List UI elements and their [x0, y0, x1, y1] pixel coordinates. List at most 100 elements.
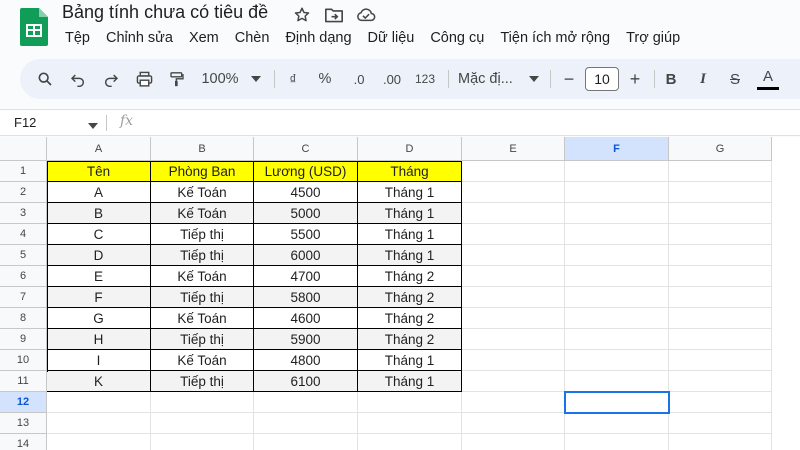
- row-header-9[interactable]: 9: [0, 329, 47, 350]
- cell-b13[interactable]: [151, 413, 254, 434]
- cell-d14[interactable]: [358, 434, 462, 450]
- row-header-4[interactable]: 4: [0, 224, 47, 245]
- cell-g1[interactable]: [669, 161, 772, 182]
- zoom-dropdown-icon[interactable]: [250, 59, 262, 99]
- cell-c7[interactable]: 5800: [254, 287, 358, 308]
- decrease-font-size-button[interactable]: −: [558, 59, 580, 99]
- cell-e11[interactable]: [462, 371, 565, 392]
- row-header-13[interactable]: 13: [0, 413, 47, 434]
- cell-f2[interactable]: [565, 182, 669, 203]
- cell-a11[interactable]: K: [47, 371, 151, 392]
- cell-f10[interactable]: [565, 350, 669, 371]
- menu-extensions[interactable]: Tiện ích mở rộng: [492, 30, 618, 46]
- cell-c6[interactable]: 4700: [254, 266, 358, 287]
- cell-d4[interactable]: Tháng 1: [358, 224, 462, 245]
- cell-c3[interactable]: 5000: [254, 203, 358, 224]
- menu-view[interactable]: Xem: [181, 30, 227, 46]
- percent-button[interactable]: %: [314, 59, 336, 99]
- cell-f4[interactable]: [565, 224, 669, 245]
- cell-f13[interactable]: [565, 413, 669, 434]
- cell-a9[interactable]: H: [47, 329, 151, 350]
- cloud-saved-icon[interactable]: [356, 5, 376, 25]
- cell-b5[interactable]: Tiếp thị: [151, 245, 254, 266]
- column-header-a[interactable]: A: [47, 137, 151, 161]
- cell-e12[interactable]: [462, 392, 565, 413]
- cell-d12[interactable]: [358, 392, 462, 413]
- name-box[interactable]: F12: [14, 115, 36, 130]
- cell-b7[interactable]: Tiếp thị: [151, 287, 254, 308]
- cell-a4[interactable]: C: [47, 224, 151, 245]
- row-header-14[interactable]: 14: [0, 434, 47, 450]
- cell-a13[interactable]: [47, 413, 151, 434]
- number-format-button[interactable]: 123: [412, 59, 438, 99]
- cell-c14[interactable]: [254, 434, 358, 450]
- increase-font-size-button[interactable]: +: [624, 59, 646, 99]
- cell-a1[interactable]: Tên: [47, 161, 151, 182]
- column-header-g[interactable]: G: [669, 137, 772, 161]
- cell-b4[interactable]: Tiếp thị: [151, 224, 254, 245]
- cell-f3[interactable]: [565, 203, 669, 224]
- bold-button[interactable]: B: [660, 59, 682, 99]
- row-header-6[interactable]: 6: [0, 266, 47, 287]
- cell-f6[interactable]: [565, 266, 669, 287]
- font-family-select[interactable]: Mặc đị...: [458, 59, 530, 99]
- column-header-f[interactable]: F: [565, 137, 669, 161]
- cell-g12[interactable]: [669, 392, 772, 413]
- cell-b6[interactable]: Kế Toán: [151, 266, 254, 287]
- row-header-7[interactable]: 7: [0, 287, 47, 308]
- cell-d8[interactable]: Tháng 2: [358, 308, 462, 329]
- row-header-10[interactable]: 10: [0, 350, 47, 371]
- cell-b3[interactable]: Kế Toán: [151, 203, 254, 224]
- menu-data[interactable]: Dữ liệu: [360, 30, 423, 46]
- cell-e2[interactable]: [462, 182, 565, 203]
- cell-g2[interactable]: [669, 182, 772, 203]
- search-menus-icon[interactable]: [34, 59, 56, 99]
- cell-e13[interactable]: [462, 413, 565, 434]
- cell-d13[interactable]: [358, 413, 462, 434]
- decrease-decimal-button[interactable]: .0: [346, 59, 372, 99]
- cell-a2[interactable]: A: [47, 182, 151, 203]
- cell-f1[interactable]: [565, 161, 669, 182]
- row-header-3[interactable]: 3: [0, 203, 47, 224]
- cell-e14[interactable]: [462, 434, 565, 450]
- cell-e1[interactable]: [462, 161, 565, 182]
- move-to-folder-icon[interactable]: [324, 5, 344, 25]
- redo-icon[interactable]: [100, 59, 122, 99]
- cell-c4[interactable]: 5500: [254, 224, 358, 245]
- print-icon[interactable]: [133, 59, 155, 99]
- cell-g8[interactable]: [669, 308, 772, 329]
- cell-b14[interactable]: [151, 434, 254, 450]
- cell-g9[interactable]: [669, 329, 772, 350]
- star-icon[interactable]: [292, 5, 312, 25]
- cell-a8[interactable]: G: [47, 308, 151, 329]
- column-header-c[interactable]: C: [254, 137, 358, 161]
- cell-c11[interactable]: 6100: [254, 371, 358, 392]
- currency-button[interactable]: ₫: [282, 59, 304, 99]
- undo-icon[interactable]: [67, 59, 89, 99]
- cell-a6[interactable]: E: [47, 266, 151, 287]
- paint-format-icon[interactable]: [166, 59, 188, 99]
- cell-g13[interactable]: [669, 413, 772, 434]
- cell-g4[interactable]: [669, 224, 772, 245]
- cell-d3[interactable]: Tháng 1: [358, 203, 462, 224]
- cell-g10[interactable]: [669, 350, 772, 371]
- cell-e10[interactable]: [462, 350, 565, 371]
- zoom-value[interactable]: 100%: [198, 59, 242, 99]
- cell-d2[interactable]: Tháng 1: [358, 182, 462, 203]
- cell-e8[interactable]: [462, 308, 565, 329]
- cell-a7[interactable]: F: [47, 287, 151, 308]
- cell-d11[interactable]: Tháng 1: [358, 371, 462, 392]
- cell-e9[interactable]: [462, 329, 565, 350]
- cell-a12[interactable]: [47, 392, 151, 413]
- sheets-logo[interactable]: [20, 8, 48, 46]
- cell-g11[interactable]: [669, 371, 772, 392]
- cell-b1[interactable]: Phòng Ban: [151, 161, 254, 182]
- cell-f8[interactable]: [565, 308, 669, 329]
- cell-f9[interactable]: [565, 329, 669, 350]
- cell-d5[interactable]: Tháng 1: [358, 245, 462, 266]
- font-size-input[interactable]: 10: [585, 67, 619, 91]
- row-header-11[interactable]: 11: [0, 371, 47, 392]
- cell-c13[interactable]: [254, 413, 358, 434]
- menu-help[interactable]: Trợ giúp: [618, 30, 688, 46]
- row-header-8[interactable]: 8: [0, 308, 47, 329]
